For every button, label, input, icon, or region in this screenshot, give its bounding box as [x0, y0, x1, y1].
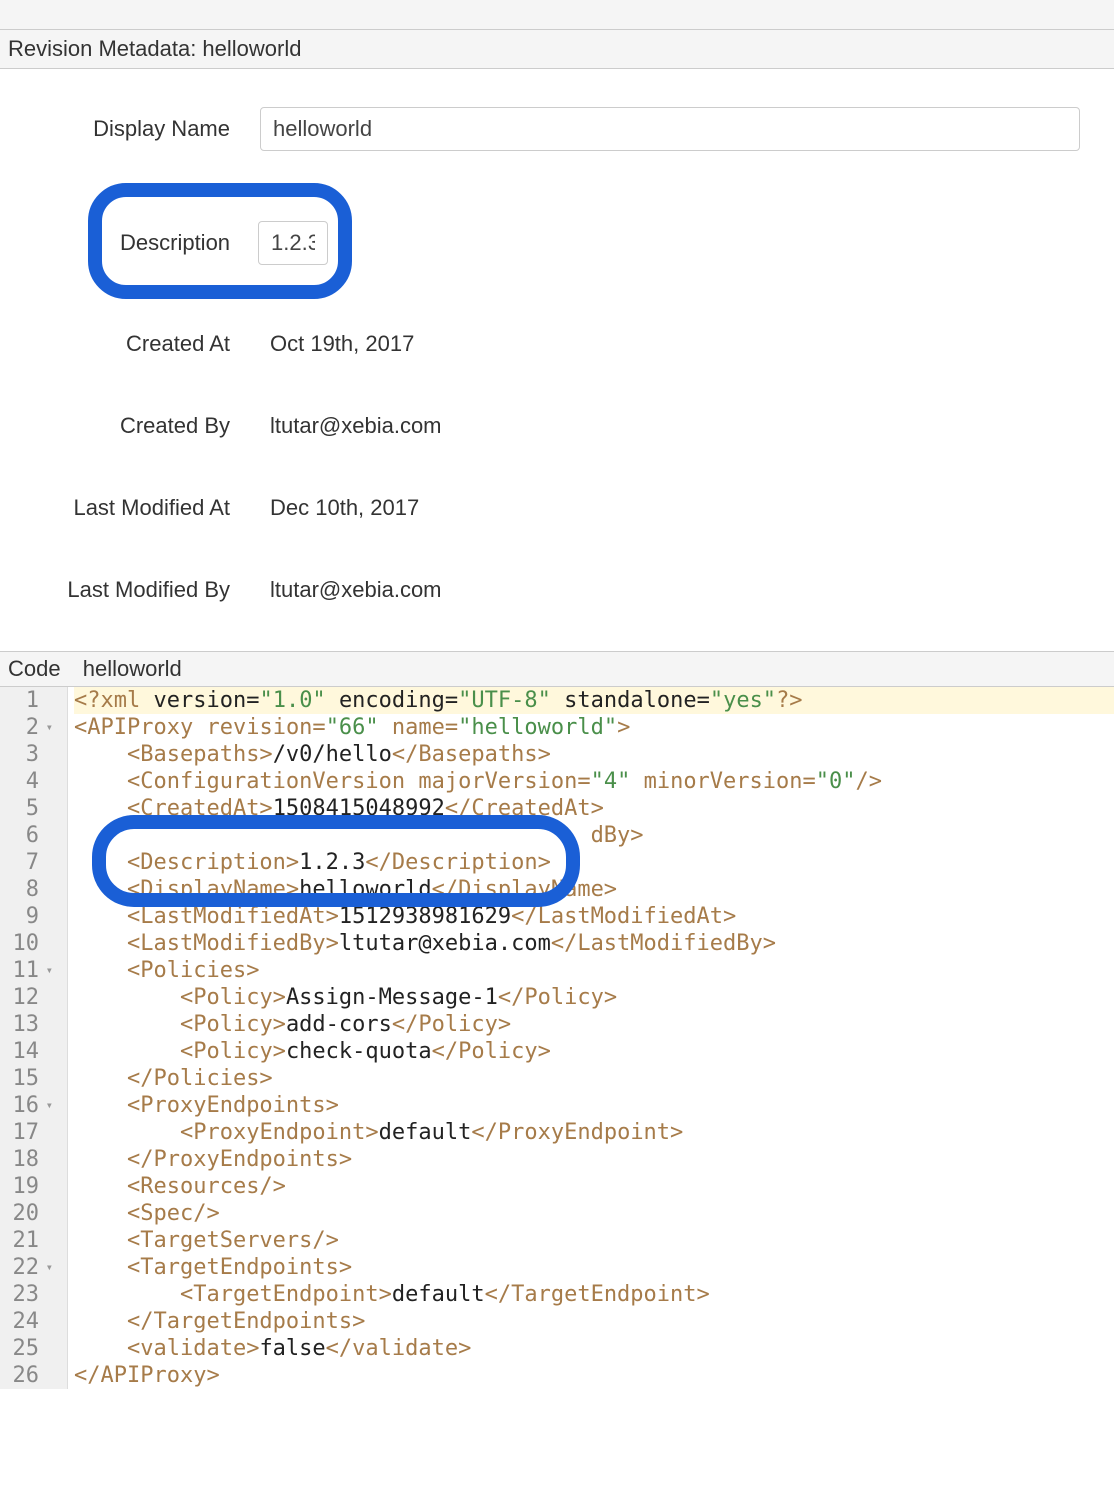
value-created-at: Oct 19th, 2017 [260, 331, 414, 357]
code-line[interactable]: </ProxyEndpoints> [74, 1146, 1114, 1173]
description-input[interactable] [258, 221, 328, 265]
code-line[interactable]: <ProxyEndpoint>default</ProxyEndpoint> [74, 1119, 1114, 1146]
code-line[interactable]: <Description>1.2.3</Description> [74, 849, 1114, 876]
line-number: 9 [0, 903, 61, 930]
metadata-form: Display Name Description Created At Oct … [0, 69, 1114, 651]
row-last-modified-at: Last Modified At Dec 10th, 2017 [0, 467, 1114, 549]
code-line[interactable]: </APIProxy> [74, 1362, 1114, 1389]
value-created-by: ltutar@xebia.com [260, 413, 442, 439]
line-number: 13 [0, 1011, 61, 1038]
code-body[interactable]: <?xml version="1.0" encoding="UTF-8" sta… [68, 687, 1114, 1389]
line-number: 17 [0, 1119, 61, 1146]
fold-icon[interactable]: ▾ [43, 1254, 53, 1281]
line-number: 4 [0, 768, 61, 795]
code-line[interactable]: </TargetEndpoints> [74, 1308, 1114, 1335]
fold-icon[interactable]: ▾ [43, 957, 53, 984]
toolbar-area [0, 0, 1114, 30]
code-line[interactable]: <DisplayName>helloworld</DisplayName> [74, 876, 1114, 903]
line-number: 19 [0, 1173, 61, 1200]
line-gutter: 1 2 ▾3 4 5 6 7 8 9 10 11 ▾12 13 14 15 16… [0, 687, 68, 1389]
line-number: 12 [0, 984, 61, 1011]
code-header: Code helloworld [0, 651, 1114, 687]
line-number: 22 ▾ [0, 1254, 61, 1281]
code-line[interactable]: <TargetEndpoints> [74, 1254, 1114, 1281]
row-last-modified-by: Last Modified By ltutar@xebia.com [0, 549, 1114, 631]
line-number: 7 [0, 849, 61, 876]
code-line[interactable]: <Policy>Assign-Message-1</Policy> [74, 984, 1114, 1011]
code-line[interactable]: <validate>false</validate> [74, 1335, 1114, 1362]
line-number: 23 [0, 1281, 61, 1308]
value-last-modified-at: Dec 10th, 2017 [260, 495, 419, 521]
section-title: Revision Metadata: helloworld [8, 36, 302, 61]
row-description: Description [0, 179, 1114, 303]
code-line[interactable]: <?xml version="1.0" encoding="UTF-8" sta… [74, 687, 1114, 714]
row-created-at: Created At Oct 19th, 2017 [0, 303, 1114, 385]
code-line[interactable]: <Policy>add-cors</Policy> [74, 1011, 1114, 1038]
code-line[interactable]: <Spec/> [74, 1200, 1114, 1227]
line-number: 26 [0, 1362, 61, 1389]
line-number: 18 [0, 1146, 61, 1173]
code-line[interactable]: <Basepaths>/v0/hello</Basepaths> [74, 741, 1114, 768]
line-number: 24 [0, 1308, 61, 1335]
code-line[interactable]: <Policy>check-quota</Policy> [74, 1038, 1114, 1065]
code-line[interactable]: <Policies> [74, 957, 1114, 984]
code-line[interactable]: <APIProxy revision="66" name="helloworld… [74, 714, 1114, 741]
label-last-modified-by: Last Modified By [0, 577, 260, 603]
code-line[interactable]: <ConfigurationVersion majorVersion="4" m… [74, 768, 1114, 795]
row-created-by: Created By ltutar@xebia.com [0, 385, 1114, 467]
code-line[interactable]: <TargetServers/> [74, 1227, 1114, 1254]
code-editor[interactable]: 1 2 ▾3 4 5 6 7 8 9 10 11 ▾12 13 14 15 16… [0, 687, 1114, 1389]
code-line[interactable]: <LastModifiedBy>ltutar@xebia.com</LastMo… [74, 930, 1114, 957]
line-number: 3 [0, 741, 61, 768]
code-line[interactable]: <TargetEndpoint>default</TargetEndpoint> [74, 1281, 1114, 1308]
line-number: 8 [0, 876, 61, 903]
code-line[interactable]: <ProxyEndpoints> [74, 1092, 1114, 1119]
line-number: 25 [0, 1335, 61, 1362]
line-number: 14 [0, 1038, 61, 1065]
section-header: Revision Metadata: helloworld [0, 30, 1114, 69]
line-number: 10 [0, 930, 61, 957]
line-number: 5 [0, 795, 61, 822]
code-filename: helloworld [83, 656, 182, 681]
code-label: Code [8, 656, 61, 681]
code-line[interactable]: <Resources/> [74, 1173, 1114, 1200]
line-number: 1 [0, 687, 61, 714]
description-highlight: Description [88, 183, 352, 299]
label-created-by: Created By [0, 413, 260, 439]
code-line[interactable]: </Policies> [74, 1065, 1114, 1092]
line-number: 11 ▾ [0, 957, 61, 984]
label-display-name: Display Name [0, 116, 260, 142]
row-display-name: Display Name [0, 79, 1114, 179]
value-last-modified-by: ltutar@xebia.com [260, 577, 442, 603]
line-number: 6 [0, 822, 61, 849]
line-number: 20 [0, 1200, 61, 1227]
label-description: Description [120, 230, 258, 256]
display-name-input[interactable] [260, 107, 1080, 151]
label-last-modified-at: Last Modified At [0, 495, 260, 521]
line-number: 15 [0, 1065, 61, 1092]
fold-icon[interactable]: ▾ [43, 714, 53, 741]
fold-icon[interactable]: ▾ [43, 1092, 53, 1119]
label-created-at: Created At [0, 331, 260, 357]
code-line[interactable]: <CreatedAt>1508415048992</CreatedAt> [74, 795, 1114, 822]
code-line[interactable]: dBy> [74, 822, 1114, 849]
line-number: 21 [0, 1227, 61, 1254]
line-number: 2 ▾ [0, 714, 61, 741]
line-number: 16 ▾ [0, 1092, 61, 1119]
code-line[interactable]: <LastModifiedAt>1512938981629</LastModif… [74, 903, 1114, 930]
